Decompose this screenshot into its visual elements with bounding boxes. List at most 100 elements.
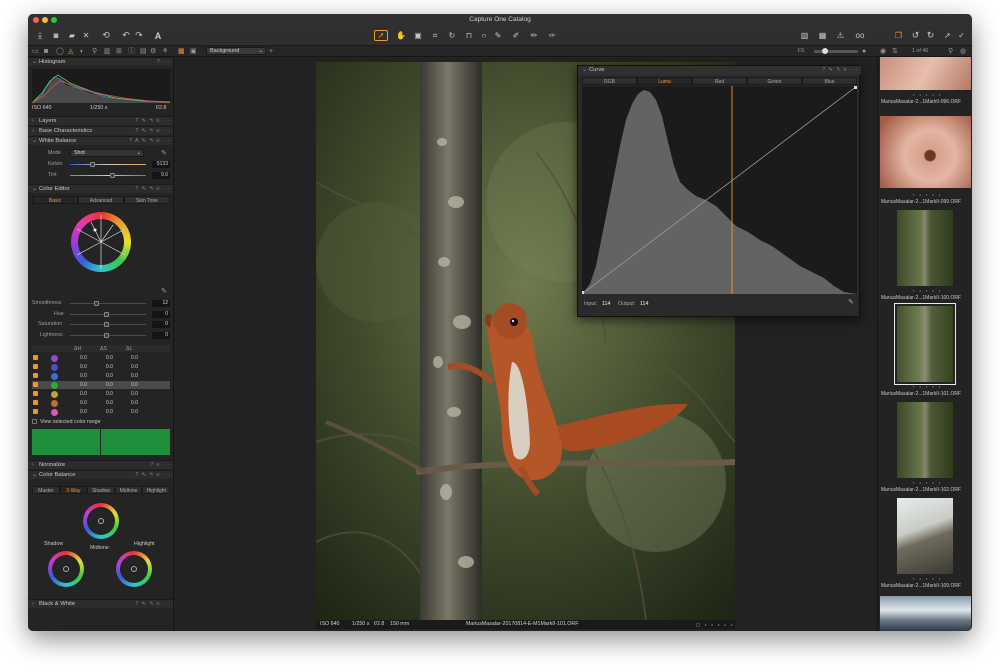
- rotate-icon[interactable]: ↻: [446, 29, 458, 42]
- color-range-checkbox[interactable]: [33, 355, 38, 360]
- panel-actions-icon[interactable]: ? ≡ ···: [151, 461, 171, 470]
- library-tab-icon[interactable]: ▭: [32, 47, 39, 56]
- wb-mode-select[interactable]: Shot ⌄: [70, 149, 144, 157]
- color-range-checkbox[interactable]: [33, 400, 38, 405]
- import-icon[interactable]: ⤓: [34, 29, 46, 42]
- add-style-icon[interactable]: +: [269, 47, 273, 56]
- tab-red[interactable]: Red: [692, 77, 747, 85]
- eye-icon[interactable]: ◉: [880, 47, 886, 56]
- zoom-window-button[interactable]: [51, 17, 57, 23]
- tab-advanced[interactable]: Advanced: [78, 196, 124, 204]
- eyedropper-icon[interactable]: ✎: [848, 298, 854, 306]
- process-icon[interactable]: ▰: [66, 29, 78, 42]
- filmstrip-thumbnail[interactable]: [897, 498, 953, 574]
- view-range-checkbox[interactable]: [32, 419, 37, 424]
- panel-actions-icon[interactable]: ? ✎ ↰ ≡ ···: [822, 66, 858, 75]
- lens-tab-icon[interactable]: ◯: [56, 47, 64, 56]
- edit-selected-icon[interactable]: ❐: [892, 29, 905, 42]
- picker-icon[interactable]: ✎: [492, 29, 504, 42]
- lightness-value[interactable]: 0: [152, 332, 170, 339]
- capture-tab-icon[interactable]: ◙: [44, 47, 48, 56]
- smoothness-slider[interactable]: [70, 303, 146, 304]
- filmstrip-thumbnail[interactable]: [880, 57, 971, 90]
- color-balance-panel-header[interactable]: ⌄ Color Balance ? ✎ ↰ ≡ ···: [28, 470, 173, 480]
- delete-icon[interactable]: ✕: [80, 29, 92, 42]
- check-icon[interactable]: ✓: [955, 29, 968, 42]
- histogram-panel-header[interactable]: ⌄ Histogram ? ···: [28, 57, 173, 67]
- tab-blue[interactable]: Blue: [802, 77, 857, 85]
- rating-dots[interactable]: • • • • •: [913, 92, 942, 97]
- color-range-row[interactable]: 0.0 0.0 0.0: [32, 408, 170, 416]
- brush-icon[interactable]: ✐: [510, 29, 522, 42]
- black-white-panel-header[interactable]: › Black & White ? ✎ ↰ ≡ ···: [28, 599, 173, 609]
- tab-master[interactable]: Master: [32, 486, 60, 494]
- adjustments-tab-icon[interactable]: ⊞: [116, 47, 122, 56]
- user-icon[interactable]: ●: [862, 47, 866, 56]
- panel-actions-icon[interactable]: ? ✎ ↰ ≡ ···: [135, 471, 171, 480]
- kelvin-slider[interactable]: [70, 164, 146, 165]
- exposure-tab-icon[interactable]: ◐: [80, 47, 84, 56]
- tab-green[interactable]: Green: [747, 77, 802, 85]
- metadata-tab-icon[interactable]: ⓘ: [128, 47, 135, 56]
- redo-icon[interactable]: ↷: [133, 29, 145, 42]
- color-range-row[interactable]: 0.0 0.0 0.0: [32, 363, 170, 371]
- proof-glasses-icon[interactable]: oo: [852, 29, 868, 42]
- filmstrip-thumbnail[interactable]: [880, 116, 971, 188]
- pan-icon[interactable]: ✋: [395, 29, 407, 42]
- color-range-row[interactable]: 0.0 0.0 0.0: [32, 354, 170, 362]
- saturation-slider-knob[interactable]: [104, 322, 109, 327]
- color-wheel[interactable]: [71, 212, 131, 272]
- text-tool-icon[interactable]: A: [152, 29, 164, 42]
- plugins-tab-icon[interactable]: ⚘: [162, 47, 168, 56]
- lightness-slider-knob[interactable]: [104, 333, 109, 338]
- rating-dots[interactable]: • • • • •: [913, 480, 942, 485]
- smoothness-slider-knob[interactable]: [94, 301, 99, 306]
- white-balance-panel-header[interactable]: ⌄ White Balance ? A ✎ ↰ ≡ ···: [28, 136, 173, 146]
- rating-dots[interactable]: ▢ • • • • •: [696, 620, 734, 629]
- keystone-icon[interactable]: ⊓: [463, 29, 475, 42]
- color-range-checkbox[interactable]: [33, 373, 38, 378]
- tab-highlight[interactable]: Highlight: [142, 486, 170, 494]
- curve-header[interactable]: ⌄ Curve ? ✎ ↰ ≡ ···: [578, 66, 861, 75]
- camera-icon[interactable]: ◙: [50, 29, 62, 42]
- batch-tab-icon[interactable]: ⚙: [150, 47, 156, 56]
- panel-actions-icon[interactable]: ? ✎ ↰ ≡ ···: [135, 117, 171, 126]
- rating-dots[interactable]: • • • • •: [913, 576, 942, 581]
- tab-luma[interactable]: Luma: [637, 77, 692, 85]
- tint-slider-knob[interactable]: [110, 173, 115, 178]
- highlight-color-wheel[interactable]: [116, 551, 152, 587]
- panel-actions-icon[interactable]: ? A ✎ ↰ ≡ ···: [129, 137, 171, 146]
- tab-basic[interactable]: Basic: [32, 196, 78, 204]
- minimize-window-button[interactable]: [42, 17, 48, 23]
- close-window-button[interactable]: [33, 17, 39, 23]
- local-adjust-tab-icon[interactable]: ▥: [104, 47, 111, 56]
- color-range-checkbox[interactable]: [33, 364, 38, 369]
- tab-skin-tone[interactable]: Skin Tone: [124, 196, 170, 204]
- panel-actions-icon[interactable]: ? ···: [157, 58, 171, 67]
- tint-slider[interactable]: [70, 175, 146, 176]
- color-range-row[interactable]: 0.0 0.0 0.0: [32, 372, 170, 380]
- single-view-icon[interactable]: ▣: [190, 47, 197, 56]
- hue-slider-knob[interactable]: [104, 312, 109, 317]
- midtone-color-wheel[interactable]: [83, 503, 119, 539]
- select-cursor-icon[interactable]: ➚: [375, 29, 387, 42]
- color-range-checkbox[interactable]: [33, 409, 38, 414]
- color-range-row[interactable]: 0.0 0.0 0.0: [32, 399, 170, 407]
- tab-rgb[interactable]: RGB: [582, 77, 637, 85]
- eyedropper-icon[interactable]: ✎: [161, 149, 167, 157]
- eraser-icon[interactable]: ✑: [546, 29, 558, 42]
- gradient-icon[interactable]: ✏: [528, 29, 540, 42]
- filmstrip-thumbnail[interactable]: [894, 303, 956, 385]
- color-range-checkbox[interactable]: [33, 382, 38, 387]
- panel-actions-icon[interactable]: ? ✎ ↰ ≡ ···: [135, 127, 171, 136]
- base-characteristics-panel-header[interactable]: › Base Characteristics ? ✎ ↰ ≡ ···: [28, 126, 173, 136]
- tab-3-way[interactable]: 3-Way: [59, 486, 88, 494]
- panel-actions-icon[interactable]: ? ✎ ↰ ≡ ···: [135, 185, 171, 194]
- color-range-checkbox[interactable]: [33, 391, 38, 396]
- eyedropper-icon[interactable]: ✎: [161, 287, 167, 295]
- grid-view-icon[interactable]: ▦: [178, 47, 185, 56]
- panel-actions-icon[interactable]: ? ✎ ↰ ≡ ···: [135, 600, 171, 609]
- output-tab-icon[interactable]: ▤: [140, 47, 147, 56]
- filmstrip-thumbnail[interactable]: [897, 402, 953, 478]
- normalize-panel-header[interactable]: › Normalize ? ≡ ···: [28, 460, 173, 470]
